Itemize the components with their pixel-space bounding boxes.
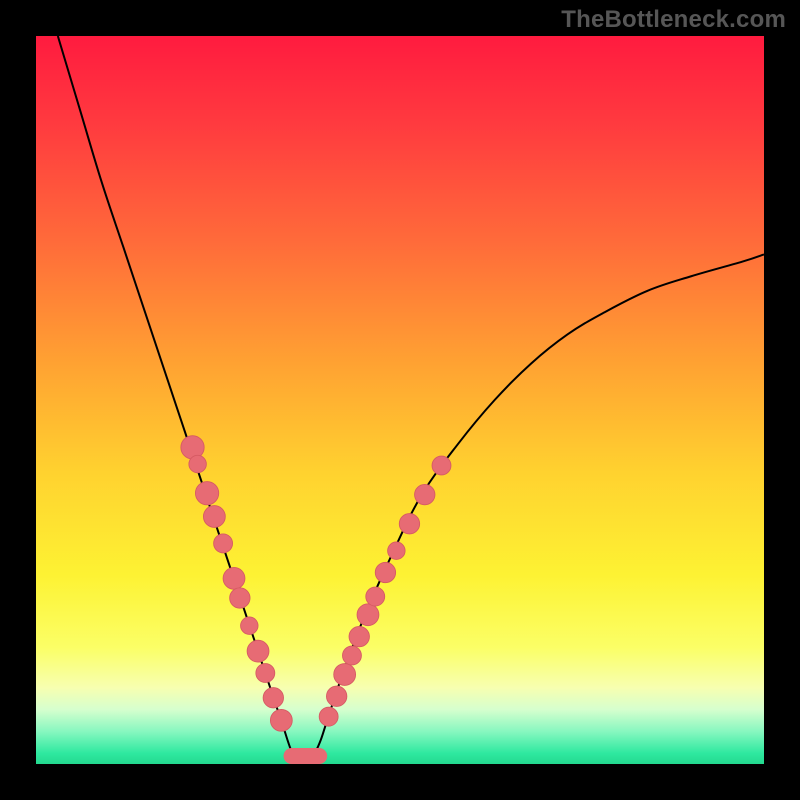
data-marker	[388, 542, 405, 559]
data-marker	[342, 646, 361, 665]
plot-area	[36, 36, 764, 764]
data-marker	[326, 686, 346, 706]
data-marker	[270, 709, 292, 731]
data-marker	[263, 688, 283, 708]
bottleneck-curve	[58, 36, 764, 764]
data-marker	[214, 534, 233, 553]
data-marker	[223, 567, 245, 589]
data-marker	[203, 506, 225, 528]
data-marker	[189, 455, 206, 472]
chart-frame: TheBottleneck.com	[0, 0, 800, 800]
marker-cluster-left	[181, 436, 292, 732]
data-marker	[415, 484, 435, 504]
data-marker	[256, 664, 275, 683]
data-marker	[366, 587, 385, 606]
data-marker	[399, 514, 419, 534]
data-marker	[241, 617, 258, 634]
data-marker	[375, 562, 395, 582]
watermark-text: TheBottleneck.com	[561, 6, 786, 34]
curve-layer	[36, 36, 764, 764]
data-marker	[195, 482, 218, 505]
data-marker	[247, 640, 269, 662]
data-marker	[349, 626, 369, 646]
data-marker	[230, 588, 250, 608]
data-marker	[432, 456, 451, 475]
plateau-band	[284, 748, 328, 764]
data-marker	[319, 707, 338, 726]
data-marker	[334, 664, 356, 686]
data-marker	[357, 604, 379, 626]
